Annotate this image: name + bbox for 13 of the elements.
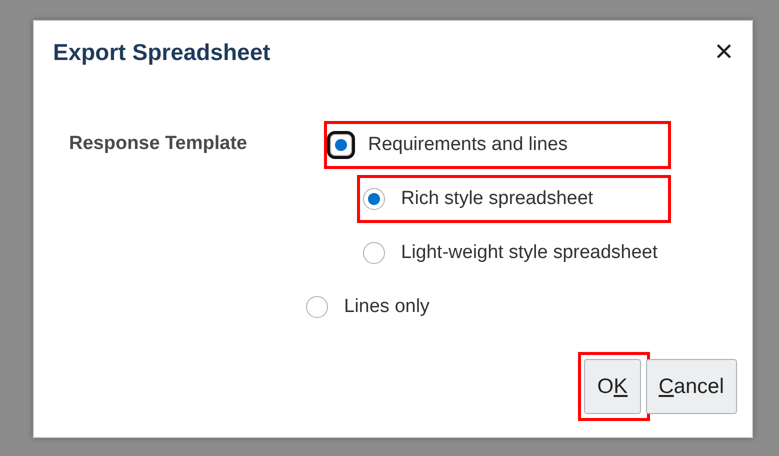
radio-label[interactable]: Rich style spreadsheet <box>401 188 594 210</box>
radio-button[interactable] <box>363 242 385 264</box>
field-label: Response Template <box>69 133 248 155</box>
radio-label[interactable]: Requirements and lines <box>368 134 568 156</box>
radio-label[interactable]: Lines only <box>344 296 430 318</box>
ok-button[interactable]: OK <box>584 359 641 414</box>
radio-button[interactable] <box>363 188 385 210</box>
cancel-button[interactable]: Cancel <box>646 359 737 414</box>
dialog-title: Export Spreadsheet <box>53 38 270 66</box>
radio-button[interactable] <box>330 134 352 156</box>
radio-label[interactable]: Light-weight style spreadsheet <box>401 242 658 264</box>
radio-button[interactable] <box>306 296 328 318</box>
close-button[interactable]: ✕ <box>710 38 738 66</box>
